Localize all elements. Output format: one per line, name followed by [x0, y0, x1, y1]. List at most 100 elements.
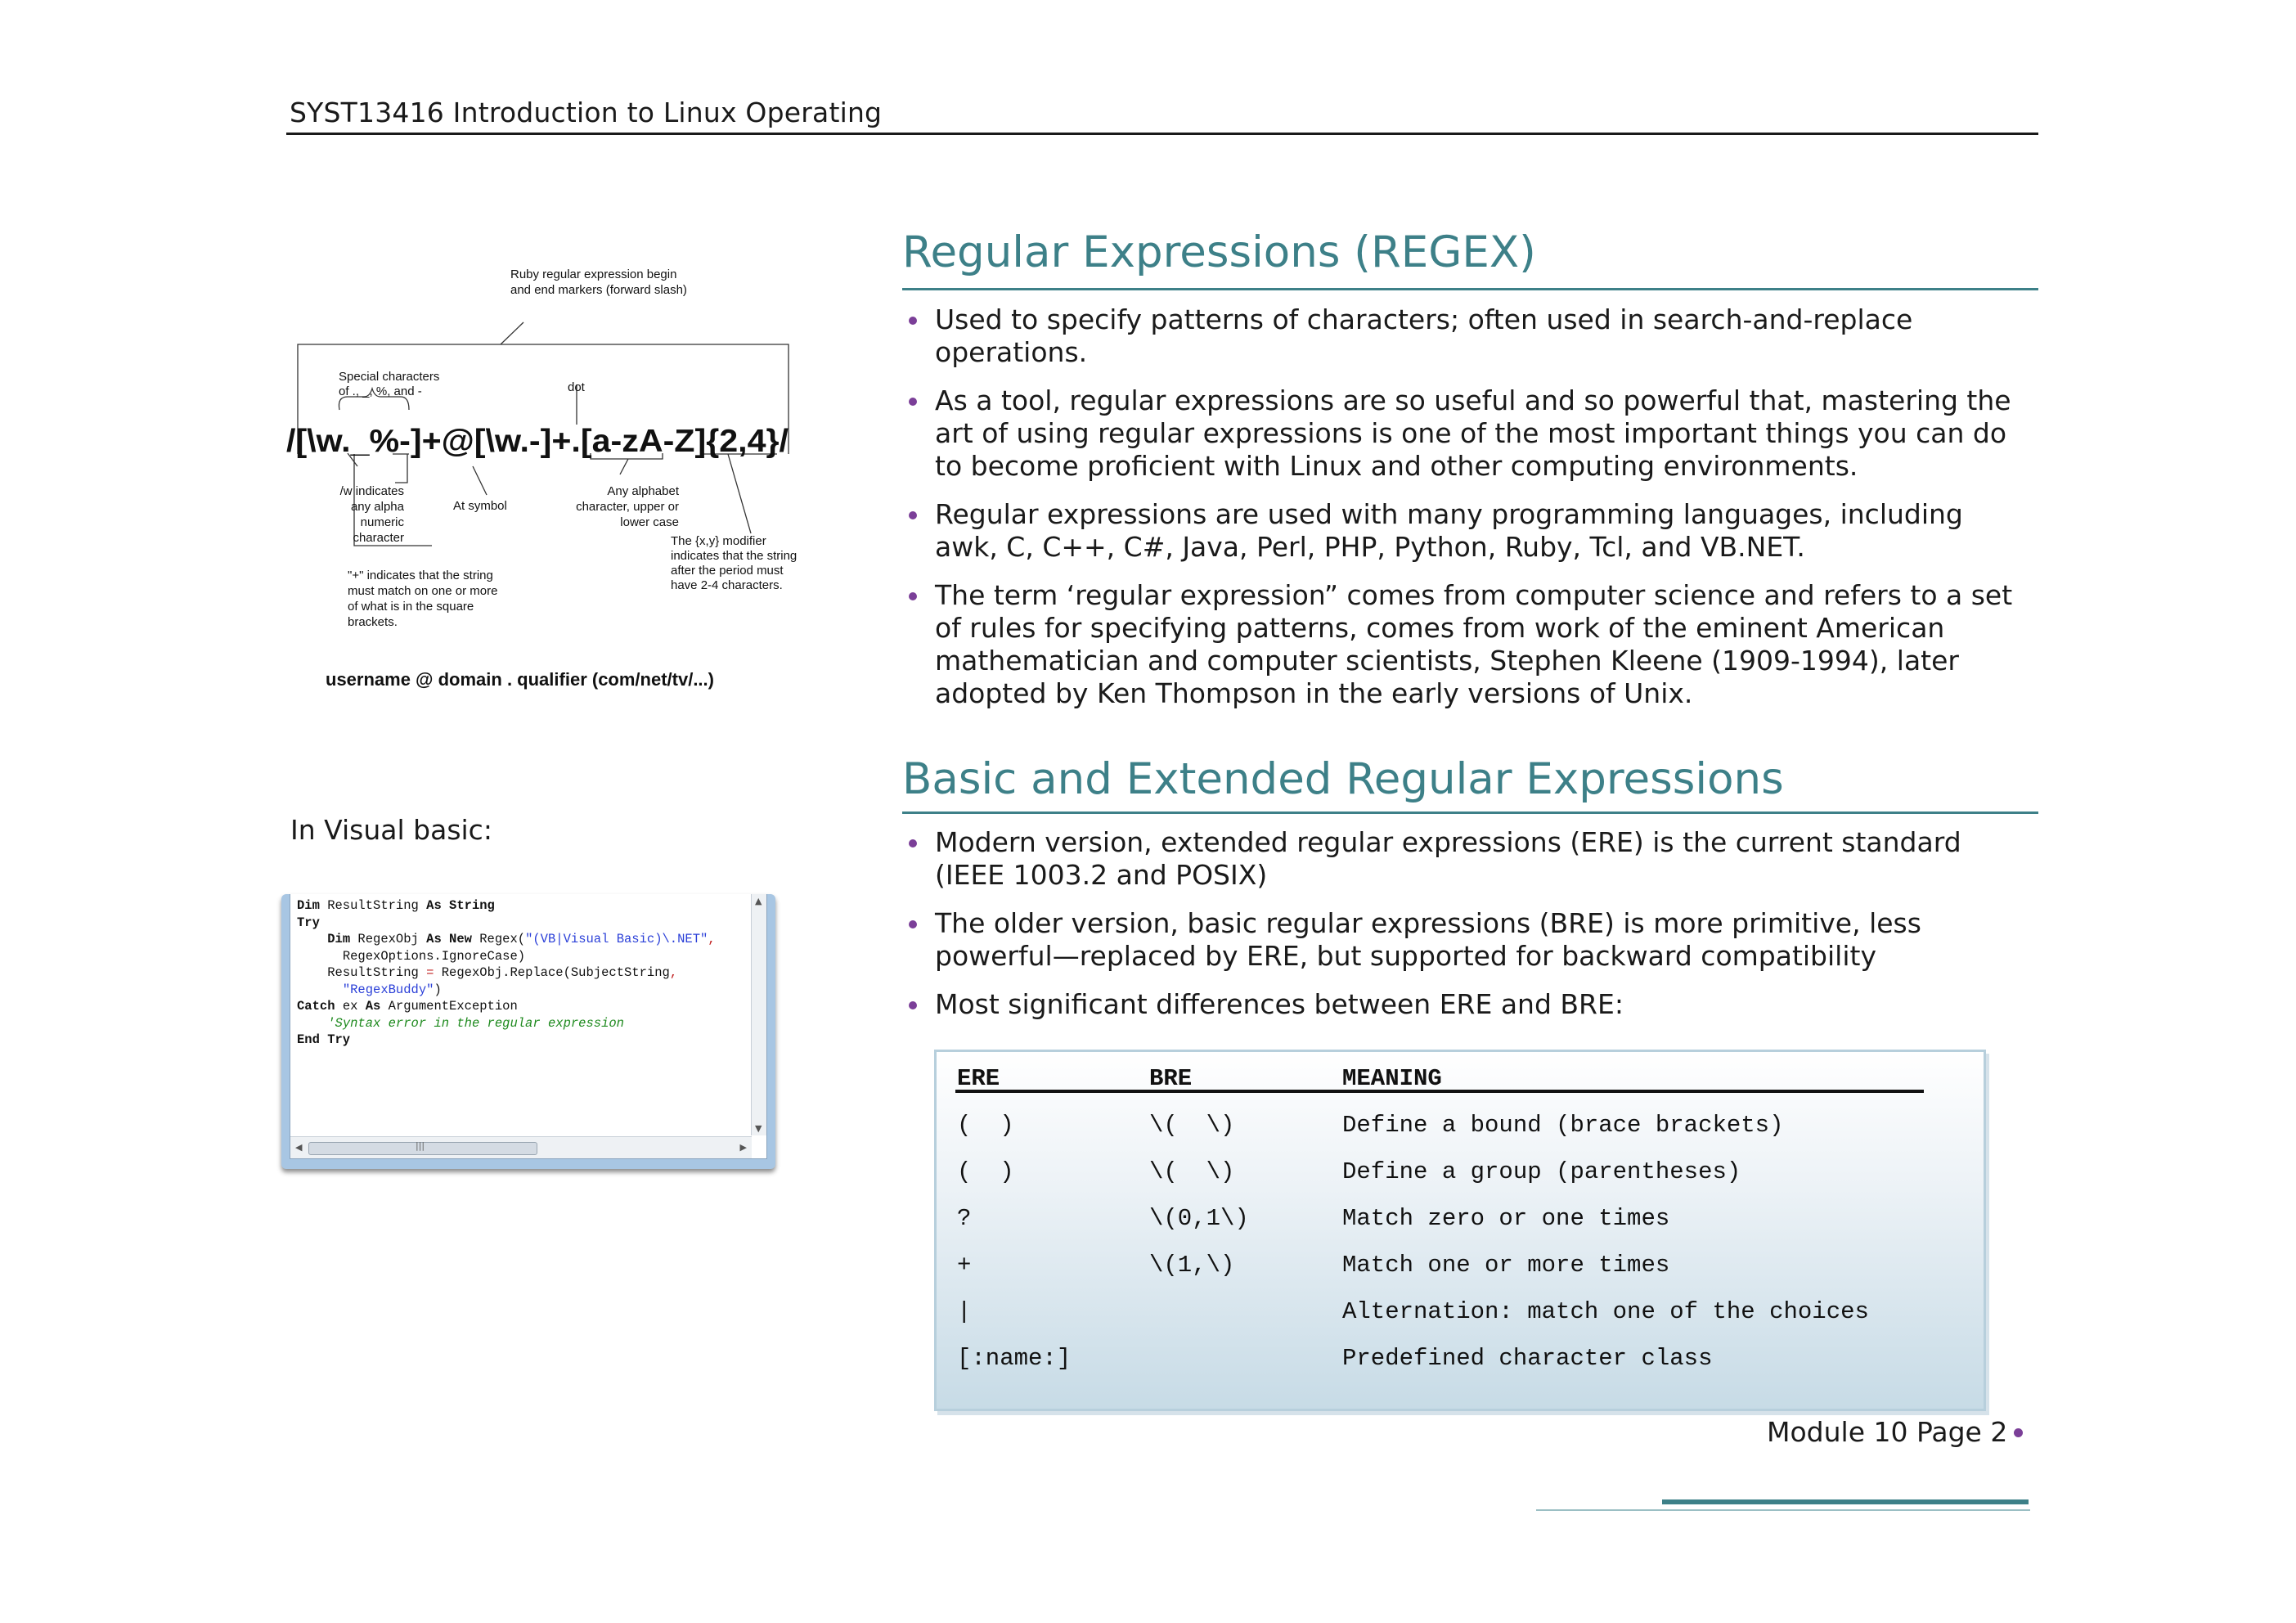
- ere-bre-table: ERE BRE MEANING ( ) \( \) Define a bound…: [957, 1055, 1869, 1382]
- regex-expression: /[\w._%-]+@[\w.-]+.[a-zA-Z]{2,4}/: [286, 424, 789, 459]
- code-string: "RegexBuddy": [342, 982, 434, 997]
- header-ere: ERE: [957, 1065, 1000, 1092]
- code-comment: 'Syntax error in the regular expression: [327, 1015, 624, 1031]
- code-string: "(VB|Visual Basic)\.NET": [525, 932, 708, 946]
- table-row: ? \(0,1\) Match zero or one times: [957, 1195, 1669, 1242]
- section-rule: [902, 812, 2038, 814]
- bullet-item: Regular expressions are used with many p…: [904, 498, 2016, 564]
- bullet-item: The older version, basic regular express…: [904, 907, 2016, 973]
- bullet-text: Most significant differences between ERE…: [935, 988, 1624, 1020]
- regex-diagram: Ruby regular expression begin and end ma…: [286, 268, 797, 690]
- cell-meaning: Predefined character class: [1342, 1345, 1713, 1372]
- bullet-item: Modern version, extended regular express…: [904, 826, 2016, 892]
- code-text: ex: [335, 999, 366, 1014]
- vb-code-block: Dim ResultString As String Try Dim Regex…: [297, 898, 716, 1047]
- vb-code-window: Dim ResultString As String Try Dim Regex…: [281, 894, 775, 1169]
- diagram-label-special: Special characters: [339, 370, 439, 384]
- code-text: ): [434, 982, 442, 997]
- cell-ere: ?: [957, 1205, 972, 1232]
- code-text: Regex(: [471, 932, 526, 946]
- cell-meaning: Define a group (parentheses): [1342, 1158, 1741, 1185]
- table-header-row: ERE BRE MEANING: [957, 1055, 1442, 1102]
- vb-code-editor[interactable]: Dim ResultString As String Try Dim Regex…: [290, 894, 767, 1159]
- regex-bullet-list: Used to specify patterns of characters; …: [904, 303, 2016, 726]
- code-keyword: As String: [426, 898, 495, 913]
- diagram-label-plus: must match on one or more: [348, 584, 497, 598]
- code-text: ResultString: [327, 965, 427, 980]
- code-text: ArgumentException: [380, 999, 518, 1014]
- document-header-title: SYST13416 Introduction to Linux Operatin…: [290, 97, 883, 128]
- diagram-label-at: At symbol: [453, 499, 507, 513]
- cell-bre: \(1,\): [1149, 1252, 1235, 1279]
- bullet-dot-icon: [909, 511, 917, 519]
- bullet-item: As a tool, regular expressions are so us…: [904, 384, 2016, 483]
- page-number: Module 10 Page 2: [1767, 1416, 2008, 1448]
- scroll-down-arrow-icon[interactable]: ▼: [755, 1123, 762, 1134]
- cell-meaning: Match zero or one times: [1342, 1205, 1670, 1232]
- diagram-label-alpha: Any alphabet: [607, 484, 679, 498]
- scroll-thumb[interactable]: |||: [308, 1140, 537, 1155]
- cell-meaning: Match one or more times: [1342, 1252, 1670, 1279]
- cell-ere: |: [957, 1298, 972, 1325]
- scroll-right-arrow-icon[interactable]: ▶: [740, 1142, 747, 1153]
- diagram-label-dot: dot: [568, 380, 586, 394]
- header-rule: [286, 133, 2038, 135]
- diagram-label-modifier: The {x,y} modifier: [671, 534, 766, 548]
- bullet-dot-icon: [909, 839, 917, 847]
- cell-bre: \( \): [1149, 1158, 1235, 1185]
- code-keyword: Dim: [297, 898, 320, 913]
- bullet-dot-icon: [909, 1001, 917, 1009]
- code-keyword: End Try: [297, 1032, 351, 1047]
- table-row: [:name:] Predefined character class: [957, 1335, 1712, 1382]
- code-text: RegexObj: [350, 932, 427, 946]
- diagram-label-modifier: after the period must: [671, 564, 784, 578]
- footer-rule-thin: [1536, 1509, 2030, 1511]
- scroll-up-arrow-icon[interactable]: ▲: [755, 896, 762, 906]
- cell-ere: ( ): [957, 1112, 1014, 1139]
- bullet-item: Most significant differences between ERE…: [904, 988, 2016, 1021]
- diagram-label-w: any alpha: [351, 500, 405, 514]
- bullet-text: The term ‘regular expression” comes from…: [935, 579, 2013, 709]
- diagram-label-alpha: lower case: [620, 515, 679, 529]
- scroll-left-arrow-icon[interactable]: ◀: [295, 1142, 302, 1153]
- code-keyword: As: [365, 999, 381, 1014]
- bullet-text: Modern version, extended regular express…: [935, 826, 1961, 891]
- bullet-dot-icon: [909, 920, 917, 928]
- diagram-label-plus: "+" indicates that the string: [348, 569, 493, 582]
- cell-ere: +: [957, 1252, 972, 1279]
- vb-caption: In Visual basic:: [290, 814, 492, 846]
- table-row: + \(1,\) Match one or more times: [957, 1242, 1669, 1288]
- diagram-label-modifier: have 2-4 characters.: [671, 578, 783, 592]
- section-rule: [902, 288, 2038, 290]
- section-title-regex: Regular Expressions (REGEX): [902, 227, 1536, 277]
- bullet-text: The older version, basic regular express…: [935, 907, 1921, 972]
- bullet-dot-icon: [909, 317, 917, 325]
- diagram-label-markers: Ruby regular expression begin: [510, 268, 676, 281]
- diagram-label-plus: brackets.: [348, 615, 398, 629]
- cell-ere: ( ): [957, 1158, 1014, 1185]
- diagram-label-plus: of what is in the square: [348, 600, 474, 614]
- table-row: ( ) \( \) Define a bound (brace brackets…: [957, 1102, 1784, 1149]
- bullet-item: Used to specify patterns of characters; …: [904, 303, 2016, 369]
- code-keyword: Try: [297, 915, 320, 930]
- bullet-text: Used to specify patterns of characters; …: [935, 303, 1913, 368]
- code-keyword: As New: [426, 932, 472, 946]
- code-text: ResultString: [319, 898, 427, 913]
- ere-bre-bullet-list: Modern version, extended regular express…: [904, 826, 2016, 1036]
- footer-rule-thick: [1662, 1499, 2029, 1504]
- diagram-label-w: /w indicates: [340, 484, 404, 498]
- diagram-label-special: of ., _, %, and -: [339, 384, 422, 398]
- code-text: RegexObj.Replace(SubjectString: [434, 965, 670, 980]
- vertical-scrollbar[interactable]: ▲ ▼: [751, 894, 766, 1135]
- code-keyword: Catch: [297, 999, 335, 1014]
- code-keyword: Dim: [327, 932, 351, 946]
- table-row: | Alternation: match one of the choices: [957, 1288, 1869, 1335]
- diagram-label-modifier: indicates that the string: [671, 549, 797, 563]
- code-text: RegexOptions.IgnoreCase): [342, 948, 526, 964]
- table-row: ( ) \( \) Define a group (parentheses): [957, 1149, 1741, 1195]
- cell-ere: [:name:]: [957, 1345, 1072, 1372]
- horizontal-scrollbar[interactable]: ◀ ||| ▶: [290, 1136, 752, 1158]
- cell-bre: \(0,1\): [1149, 1205, 1249, 1232]
- cell-bre: \( \): [1149, 1112, 1235, 1139]
- section-title-basic-extended: Basic and Extended Regular Expressions: [902, 754, 1784, 804]
